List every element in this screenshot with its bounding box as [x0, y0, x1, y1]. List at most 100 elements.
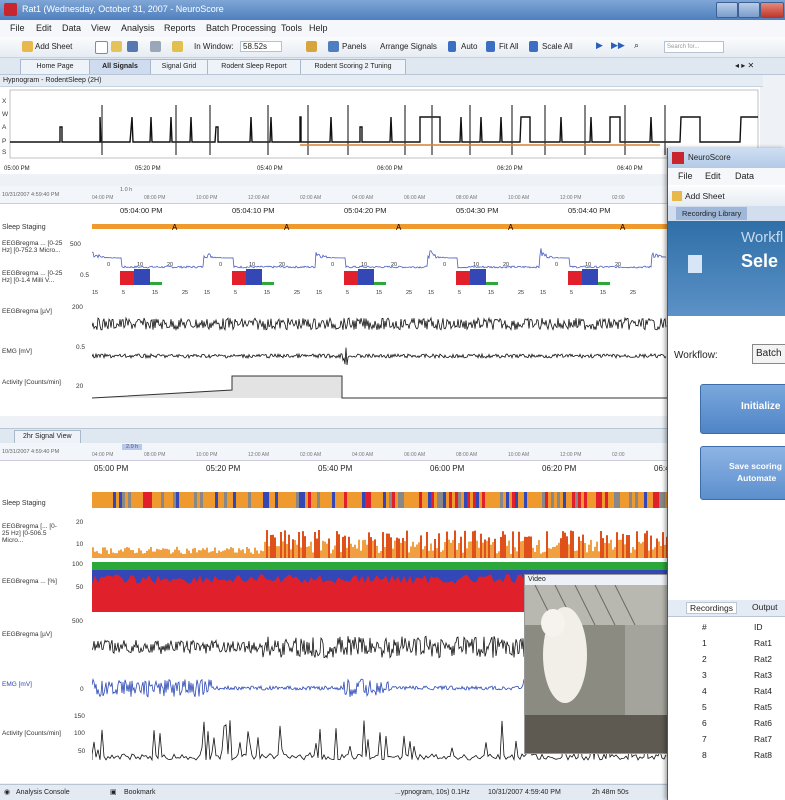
staging-segment — [587, 492, 590, 508]
table-row[interactable]: 4 Rat4 — [668, 686, 785, 700]
staging-segment — [338, 492, 341, 508]
spectrogram-column — [184, 553, 186, 558]
tab-2hr-signal-view[interactable]: 2hr Signal View — [14, 430, 81, 444]
in-window-field[interactable]: 58.52s — [240, 41, 283, 52]
maximize-button[interactable] — [738, 2, 760, 18]
menu-reports[interactable]: Reports — [164, 23, 196, 33]
lower-ch5-label[interactable]: Activity [Counts/min] — [2, 730, 64, 737]
lower-overview-bar[interactable]: 10/31/2007 4:59:40 PM 2.0 h 04:00 PM 08:0… — [0, 443, 667, 461]
add-sheet-button[interactable]: Add Sheet — [35, 42, 72, 51]
panels-button[interactable]: Panels — [342, 42, 366, 51]
new-file-icon[interactable] — [95, 41, 108, 54]
table-row[interactable]: 1 Rat1 — [668, 638, 785, 652]
table-row[interactable]: 5 Rat5 — [668, 702, 785, 716]
scale-all-button[interactable]: Scale All — [542, 42, 573, 51]
tab-rodent-scoring-2-tuning[interactable]: Rodent Scoring 2 Tuning — [300, 59, 406, 74]
upper-ch2-label[interactable]: EEGBregma ... [0-25 Hz] [0-1.4 Milli V..… — [2, 270, 64, 284]
fast-forward-icon[interactable]: ▶▶ — [611, 40, 625, 51]
staging-segment — [143, 492, 146, 508]
table-row[interactable]: 3 Rat3 — [668, 670, 785, 684]
front-menu-file[interactable]: File — [678, 171, 693, 181]
spectrogram-column — [126, 547, 128, 558]
play-icon[interactable]: ▶ — [596, 40, 603, 51]
front-tab-recording-library[interactable]: Recording Library — [676, 207, 748, 220]
menu-tools[interactable]: Tools — [281, 23, 302, 33]
lower-sleep-staging-label[interactable]: Sleep Staging — [2, 500, 46, 507]
tab-all-signals[interactable]: All Signals — [89, 59, 151, 74]
minimize-button[interactable] — [716, 2, 738, 18]
tab-rodent-sleep-report[interactable]: Rodent Sleep Report — [207, 59, 301, 74]
staging-segment — [122, 492, 125, 508]
staging-segment — [236, 492, 239, 508]
initialize-button[interactable]: Initialize — [700, 384, 785, 434]
close-button[interactable] — [760, 2, 784, 18]
hypno-time-2: 05:40 PM — [257, 166, 283, 172]
spectrogram-column — [190, 553, 192, 558]
fit-all-button[interactable]: Fit All — [499, 42, 519, 51]
upper-overview-bar[interactable]: 10/31/2007 4:59:40 PM 1.0 h 04:00 PM 08:0… — [0, 186, 667, 204]
staging-segment — [140, 492, 143, 508]
staging-segment — [248, 492, 251, 508]
menu-help[interactable]: Help — [309, 23, 328, 33]
upper-overview-time: 06:00 AM — [404, 195, 426, 201]
bookmark-tab[interactable]: Bookmark — [124, 789, 156, 796]
menu-analysis[interactable]: Analysis — [121, 23, 155, 33]
tab-signal-grid[interactable]: Signal Grid — [150, 59, 208, 74]
menu-view[interactable]: View — [91, 23, 110, 33]
menu-data[interactable]: Data — [62, 23, 81, 33]
spectrogram-column — [316, 538, 318, 558]
upper-ch1-label[interactable]: EEGBregma ... [0-25 Hz] [0-752.3 Micro..… — [2, 240, 64, 254]
upper-ch5-label[interactable]: Activity [Counts/min] — [2, 379, 64, 386]
spectrogram-column — [120, 549, 122, 558]
table-row[interactable]: 6 Rat6 — [668, 718, 785, 732]
lower-ch4-label[interactable]: EMG [mV] — [2, 681, 64, 688]
menu-edit[interactable]: Edit — [36, 23, 52, 33]
auto-button[interactable]: Auto — [461, 42, 477, 51]
undo-icon[interactable] — [150, 41, 161, 52]
menu-file[interactable]: File — [10, 23, 25, 33]
edit-icon[interactable] — [172, 41, 183, 52]
staging-segment — [527, 492, 530, 508]
upper-ch4-label[interactable]: EMG [mV] — [2, 348, 64, 355]
spectrogram-column — [170, 553, 172, 558]
table-row[interactable]: 2 Rat2 — [668, 654, 785, 668]
spectrogram-column — [648, 550, 650, 558]
video-panel[interactable]: Video — [524, 574, 670, 754]
staging-segment — [302, 492, 305, 508]
spectrogram-column — [276, 546, 278, 558]
tab-home-page[interactable]: Home Page — [20, 59, 90, 74]
upper-ch3-label[interactable]: EEGBregma [µV] — [2, 308, 64, 315]
tab-scroll-arrows[interactable]: ◂ ▸ ✕ — [735, 61, 754, 70]
lock-icon[interactable] — [306, 41, 317, 52]
tab-recordings[interactable]: Recordings — [686, 602, 737, 614]
upper-sleep-staging-label[interactable]: Sleep Staging — [2, 224, 46, 231]
initialize-button-label: Initialize — [741, 401, 781, 412]
staging-segment — [554, 492, 557, 508]
table-row[interactable]: 8 Rat8 — [668, 750, 785, 764]
front-add-sheet-button[interactable]: Add Sheet — [685, 191, 725, 201]
lower-ch3-label[interactable]: EEGBregma [µV] — [2, 631, 64, 638]
spectrogram-column — [538, 540, 540, 558]
arrange-signals-button[interactable]: Arrange Signals — [380, 42, 437, 51]
search-input[interactable]: Search for... — [664, 41, 724, 53]
spectrogram-column — [182, 553, 184, 558]
save-icon[interactable] — [127, 41, 138, 52]
staging-segment — [392, 492, 395, 508]
menu-batch-processing[interactable]: Batch Processing — [206, 23, 276, 33]
staging-segment — [125, 492, 128, 508]
analysis-console-tab[interactable]: Analysis Console — [16, 789, 70, 796]
lower-ch1-label[interactable]: EEGBregma [... [0-25 Hz] [0-506.5 Micro.… — [2, 523, 64, 544]
front-menu-edit[interactable]: Edit — [705, 171, 721, 181]
freq-tick: 25 — [294, 290, 300, 296]
table-row[interactable]: 7 Rat7 — [668, 734, 785, 748]
workflow-select[interactable]: Batch — [752, 344, 785, 364]
tab-output[interactable]: Output — [752, 602, 778, 612]
spectrogram-column — [268, 546, 270, 558]
lower-ch2-label[interactable]: EEGBregma ... [%] — [2, 578, 64, 585]
save-scoring-button[interactable]: Save scoring Automate — [700, 446, 785, 500]
open-folder-icon[interactable] — [111, 41, 122, 52]
front-menu-data[interactable]: Data — [735, 171, 754, 181]
upper-time-label: 05:04:40 PM — [568, 206, 611, 215]
spectrogram-column — [502, 531, 504, 558]
row-number: 3 — [702, 670, 707, 680]
